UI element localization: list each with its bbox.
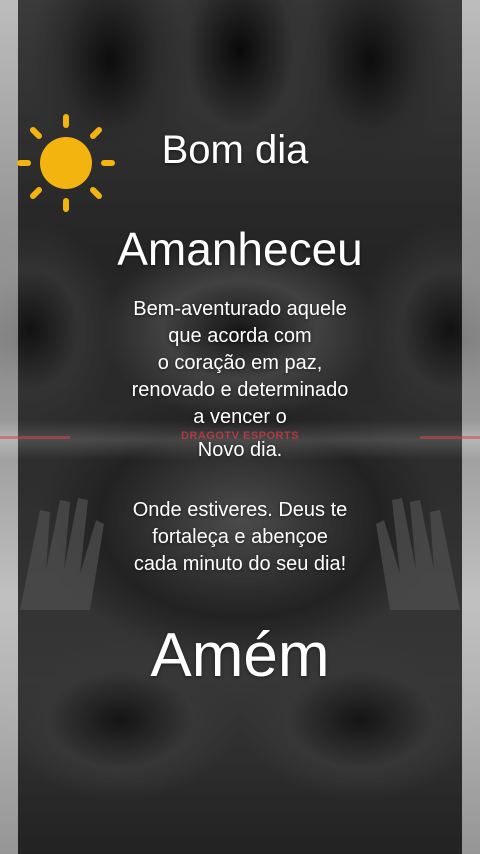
post-screen: Bom dia Amanheceu Bem-aventurado aquele … — [0, 0, 480, 854]
title-text: Amanheceu — [117, 223, 363, 275]
watermark-text: DRAGOTV ESPORTS — [180, 430, 300, 442]
body-line: fortaleça e abençoe — [152, 526, 328, 548]
body-line: Bem-aventurado aquele — [133, 298, 347, 320]
closing-text: Amém — [150, 621, 330, 690]
body-line: o coração em paz, — [157, 352, 323, 374]
body-line: que acorda com — [168, 325, 312, 347]
watermark-line-right — [420, 436, 480, 439]
watermark-line-left — [0, 436, 70, 439]
body-line: a vencer o — [193, 406, 287, 428]
body-line: cada minuto do seu dia! — [133, 553, 347, 575]
greeting-text: Bom dia — [161, 128, 309, 172]
body-line: renovado e determinado — [131, 379, 349, 401]
body-line: Onde estiveres. Deus te — [132, 499, 348, 521]
